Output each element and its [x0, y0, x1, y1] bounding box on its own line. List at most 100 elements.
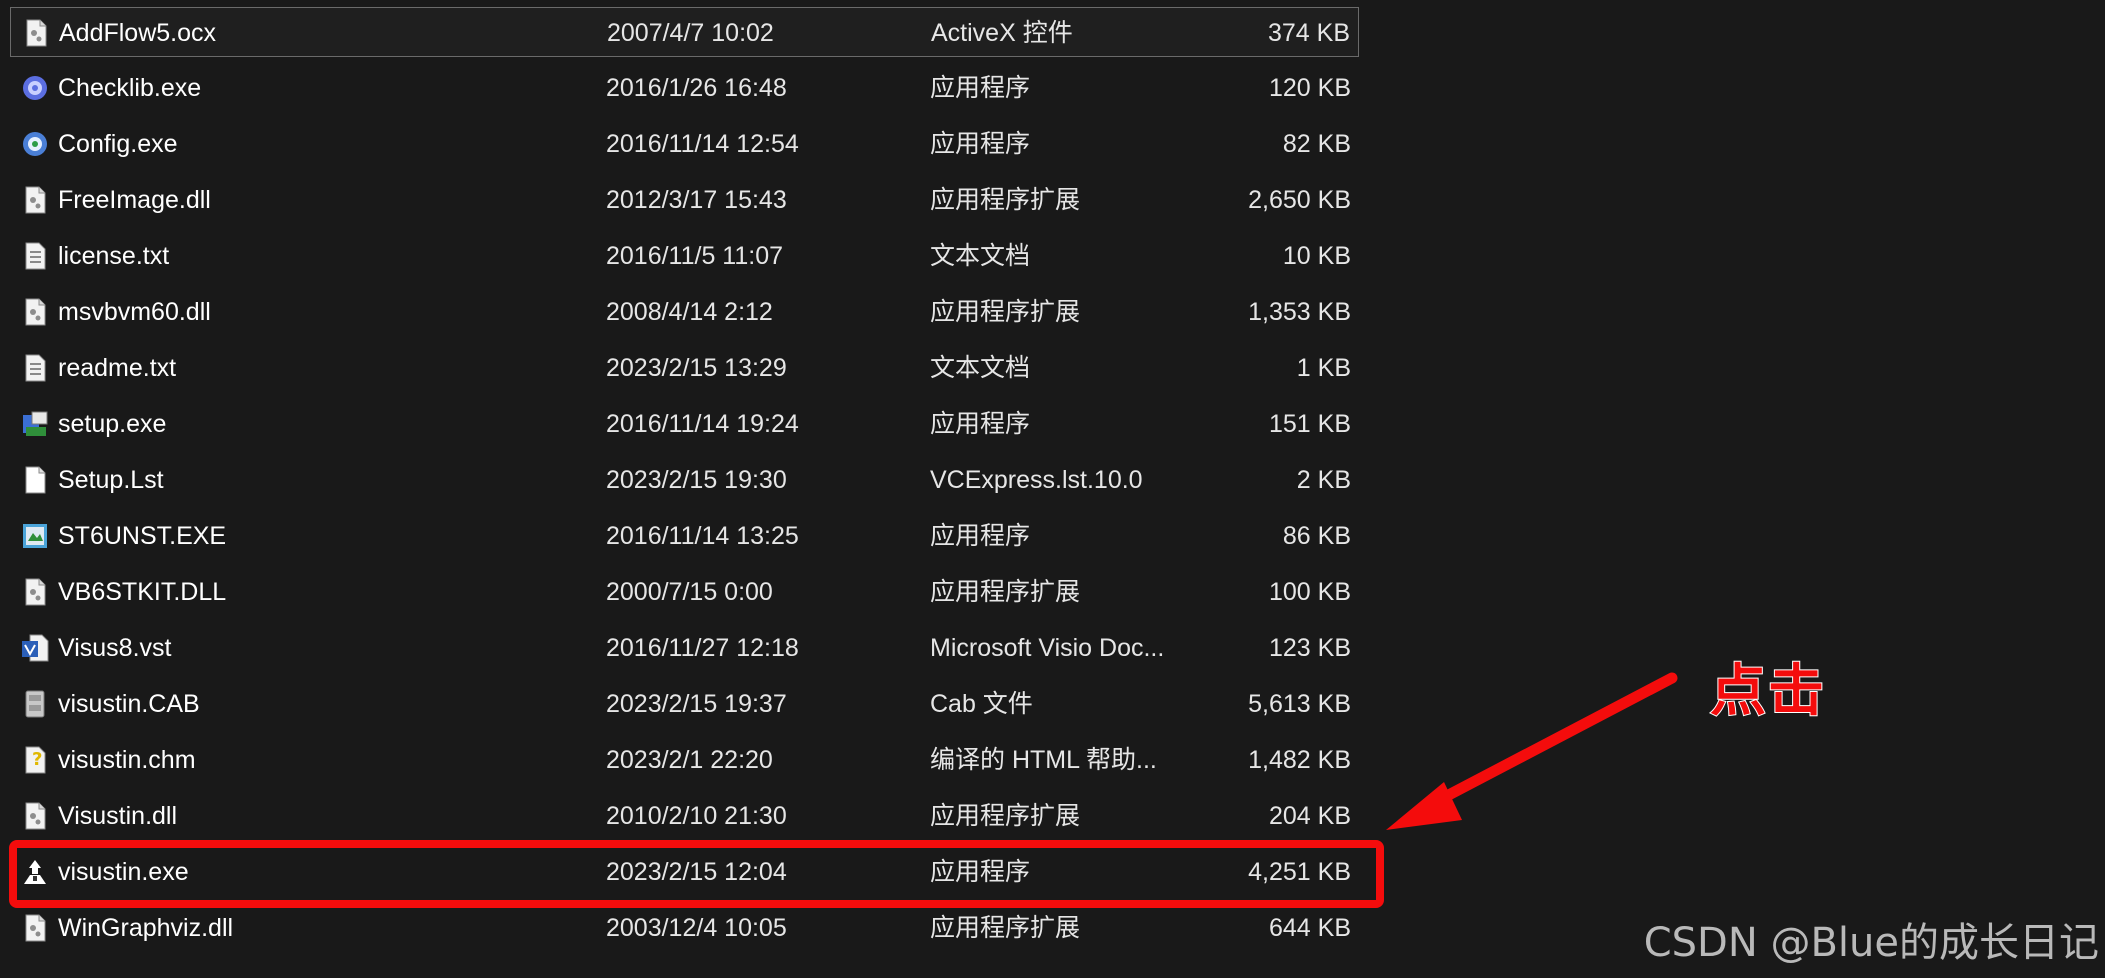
file-date: 2016/11/14 19:24: [606, 410, 799, 438]
file-date: 2000/7/15 0:00: [606, 578, 773, 606]
file-type: 应用程序扩展: [930, 802, 1081, 830]
file-type: 应用程序: [930, 74, 1031, 102]
file-type: ActiveX 控件: [931, 19, 1073, 47]
dll-icon: [25, 578, 46, 606]
highlight-box: [9, 840, 1384, 908]
red-arrow-icon: [1386, 672, 1678, 830]
dll-icon: [26, 19, 47, 47]
file-row-license-txt[interactable]: license.txt 2016/11/5 11:07 文本文档 10 KB: [10, 231, 1359, 281]
help-file-icon: ?: [25, 746, 46, 774]
file-name: visustin.CAB: [58, 690, 200, 718]
file-size: 2,650 KB: [1248, 186, 1351, 214]
blank-file-icon: [25, 466, 46, 494]
file-name: visustin.chm: [58, 746, 196, 774]
file-date: 2003/12/4 10:05: [606, 914, 787, 942]
file-date: 2023/2/15 19:30: [606, 466, 787, 494]
file-name: ST6UNST.EXE: [58, 522, 227, 550]
file-name: VB6STKIT.DLL: [58, 578, 227, 606]
file-size: 82 KB: [1282, 130, 1351, 158]
file-date: 2023/2/15 13:29: [606, 354, 787, 382]
visio-icon: [22, 634, 49, 662]
file-type: VCExpress.lst.10.0: [930, 466, 1143, 494]
file-name: Setup.Lst: [58, 466, 164, 494]
file-type: 文本文档: [930, 242, 1031, 270]
file-size: 1,482 KB: [1248, 746, 1351, 774]
file-row-addflow5-ocx[interactable]: AddFlow5.ocx 2007/4/7 10:02 ActiveX 控件 3…: [10, 7, 1359, 57]
file-row-vb6stkit-dll[interactable]: VB6STKIT.DLL 2000/7/15 0:00 应用程序扩展 100 K…: [10, 567, 1359, 617]
text-file-icon: [25, 354, 46, 382]
file-row-visustin-cab[interactable]: visustin.CAB 2023/2/15 19:37 Cab 文件 5,61…: [10, 679, 1359, 729]
file-size: 5,613 KB: [1248, 690, 1351, 718]
file-name: Checklib.exe: [58, 74, 202, 102]
file-type: 应用程序扩展: [930, 914, 1081, 942]
file-size: 1,353 KB: [1248, 298, 1351, 326]
file-row-readme-txt[interactable]: readme.txt 2023/2/15 13:29 文本文档 1 KB: [10, 343, 1359, 393]
dll-icon: [25, 186, 46, 214]
file-size: 2 KB: [1296, 466, 1351, 494]
file-size: 644 KB: [1268, 914, 1351, 942]
file-name: AddFlow5.ocx: [59, 19, 217, 47]
file-size: 204 KB: [1268, 802, 1351, 830]
text-file-icon: [25, 242, 46, 270]
file-size: 374 KB: [1267, 19, 1350, 47]
file-type: 应用程序扩展: [930, 298, 1081, 326]
file-name: FreeImage.dll: [58, 186, 211, 214]
file-date: 2008/4/14 2:12: [606, 298, 773, 326]
file-date: 2016/11/14 13:25: [606, 522, 799, 550]
file-type: Microsoft Visio Doc...: [930, 634, 1165, 662]
file-size: 151 KB: [1268, 410, 1351, 438]
file-size: 100 KB: [1268, 578, 1351, 606]
file-row-visus8-vst[interactable]: Visus8.vst 2016/11/27 12:18 Microsoft Vi…: [10, 623, 1359, 673]
file-size: 86 KB: [1282, 522, 1351, 550]
svg-text:?: ?: [32, 749, 42, 770]
file-row-visustin-dll[interactable]: Visustin.dll 2010/2/10 21:30 应用程序扩展 204 …: [10, 791, 1359, 841]
uninstall-icon: [23, 524, 47, 548]
watermark: CSDN @Blue的成长日记: [1643, 920, 2099, 966]
file-type: 应用程序扩展: [930, 186, 1081, 214]
file-type: 应用程序: [930, 522, 1031, 550]
file-row-msvbvm60-dll[interactable]: msvbvm60.dll 2008/4/14 2:12 应用程序扩展 1,353…: [10, 287, 1359, 337]
file-size: 120 KB: [1268, 74, 1351, 102]
file-type: 应用程序: [930, 410, 1031, 438]
file-type: 应用程序扩展: [930, 578, 1081, 606]
file-date: 2010/2/10 21:30: [606, 802, 787, 830]
file-row-wingraphviz-dll[interactable]: WinGraphviz.dll 2003/12/4 10:05 应用程序扩展 6…: [10, 903, 1359, 953]
file-row-config-exe[interactable]: Config.exe 2016/11/14 12:54 应用程序 82 KB: [10, 119, 1359, 169]
gear-app-icon: [23, 76, 47, 100]
dll-icon: [25, 802, 46, 830]
file-name: msvbvm60.dll: [58, 298, 211, 326]
file-name: Visus8.vst: [58, 634, 172, 662]
gear-app-icon: [23, 132, 47, 156]
cabinet-icon: [25, 690, 45, 718]
file-size: 123 KB: [1268, 634, 1351, 662]
file-row-freeimage-dll[interactable]: FreeImage.dll 2012/3/17 15:43 应用程序扩展 2,6…: [10, 175, 1359, 225]
file-row-st6unst-exe[interactable]: ST6UNST.EXE 2016/11/14 13:25 应用程序 86 KB: [10, 511, 1359, 561]
file-name: Visustin.dll: [58, 802, 178, 830]
file-type: 编译的 HTML 帮助...: [930, 746, 1157, 774]
file-date: 2012/3/17 15:43: [606, 186, 787, 214]
file-name: Config.exe: [58, 130, 178, 158]
annotation-label: 点击: [1709, 658, 1826, 725]
file-date: 2016/11/5 11:07: [606, 242, 784, 270]
file-date: 2007/4/7 10:02: [607, 19, 774, 47]
file-date: 2023/2/1 22:20: [606, 746, 773, 774]
file-type: 文本文档: [930, 354, 1031, 382]
file-date: 2016/11/27 12:18: [606, 634, 799, 662]
file-name: readme.txt: [58, 354, 177, 382]
file-date: 2016/1/26 16:48: [606, 74, 787, 102]
file-row-checklib-exe[interactable]: Checklib.exe 2016/1/26 16:48 应用程序 120 KB: [10, 63, 1359, 113]
file-name: license.txt: [58, 242, 170, 270]
file-date: 2016/11/14 12:54: [606, 130, 799, 158]
file-type: Cab 文件: [930, 690, 1033, 718]
file-type: 应用程序: [930, 130, 1031, 158]
file-name: WinGraphviz.dll: [58, 914, 234, 942]
file-size: 1 KB: [1296, 354, 1351, 382]
file-row-setup-lst[interactable]: Setup.Lst 2023/2/15 19:30 VCExpress.lst.…: [10, 455, 1359, 505]
file-row-visustin-chm[interactable]: ? visustin.chm 2023/2/1 22:20 编译的 HTML 帮…: [10, 735, 1359, 785]
file-date: 2023/2/15 19:37: [606, 690, 787, 718]
file-size: 10 KB: [1282, 242, 1351, 270]
file-row-setup-exe[interactable]: setup.exe 2016/11/14 19:24 应用程序 151 KB: [10, 399, 1359, 449]
file-name: setup.exe: [58, 410, 167, 438]
dll-icon: [25, 298, 46, 326]
dll-icon: [25, 914, 46, 942]
